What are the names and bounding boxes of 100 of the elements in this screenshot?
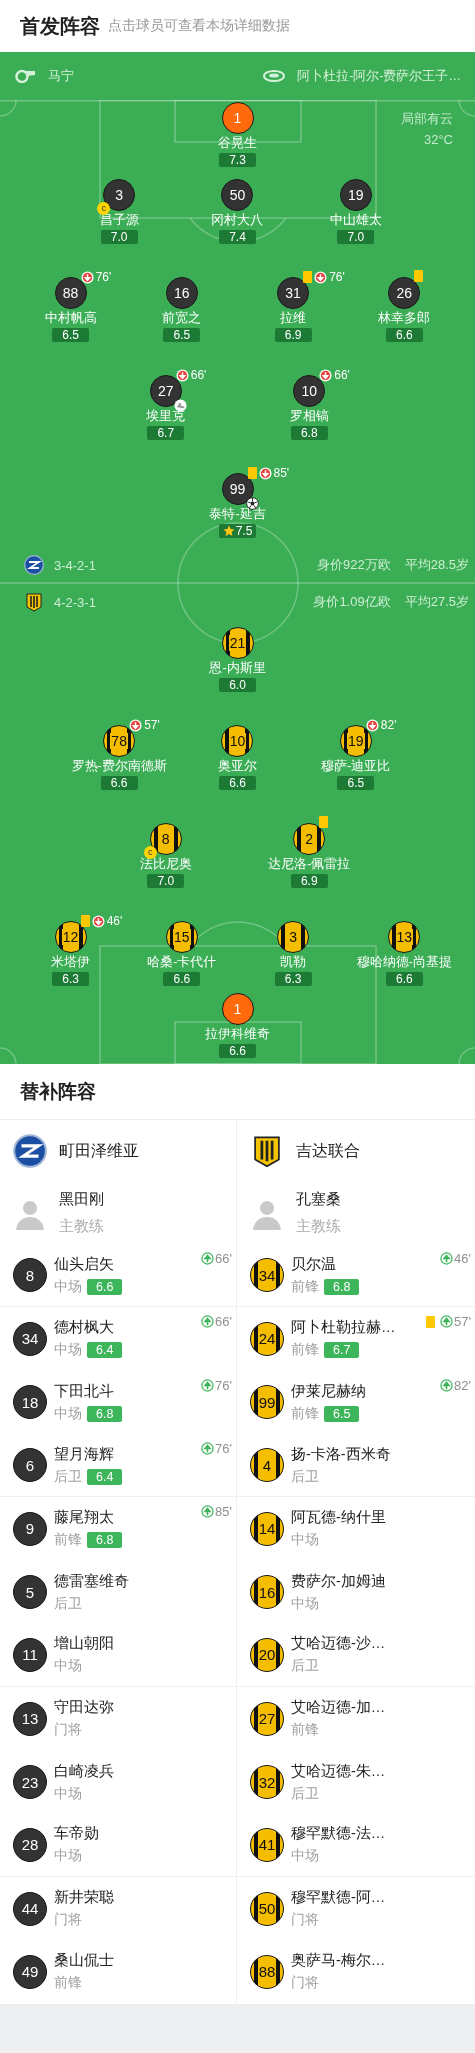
player-name: 恩-内斯里: [209, 661, 266, 676]
player-number-marker[interactable]: 31: [277, 277, 310, 309]
sub-on-icon: [201, 1441, 215, 1455]
player-number-marker[interactable]: 13: [388, 921, 421, 953]
player-position: 中场: [54, 1847, 82, 1866]
stadium-name: 阿卜杜拉-阿尔-费萨尔王子…: [297, 67, 461, 85]
player-number-marker[interactable]: 5: [13, 1575, 47, 1610]
player-number-marker[interactable]: 44: [13, 1891, 47, 1926]
player-name: 穆罕默德-法…: [291, 1824, 386, 1844]
sub-minute: 66': [190, 368, 207, 382]
player-name: 费萨尔-加姆迪: [291, 1571, 386, 1591]
player-rating: 7.5: [235, 524, 253, 538]
player-number-marker[interactable]: 27: [149, 375, 182, 407]
sub-minute: 82': [380, 718, 397, 732]
player-name: 拉维: [280, 311, 307, 326]
player-number-marker[interactable]: 19: [339, 725, 372, 757]
section-hint: 点击球员可查看本场详细数据: [108, 17, 290, 35]
player-number-marker[interactable]: 41: [250, 1827, 284, 1862]
player-name: 埃里克: [146, 409, 186, 424]
player-rating: 6.8: [87, 1532, 123, 1549]
player-position: 前锋: [291, 1721, 319, 1740]
player-number-marker[interactable]: 15: [165, 921, 198, 953]
player-number-marker[interactable]: 50: [221, 179, 254, 211]
player-name: 守田达弥: [54, 1698, 114, 1718]
player-number-marker[interactable]: 16: [250, 1575, 284, 1610]
section-title: 替补阵容: [0, 1064, 475, 1120]
player-name: 仙头启矢: [54, 1254, 115, 1274]
player-number-marker[interactable]: 3: [277, 921, 310, 953]
player-number-marker[interactable]: 10: [221, 725, 254, 757]
coach-name: 黑田刚: [59, 1190, 104, 1209]
player-number-marker[interactable]: 99: [250, 1385, 284, 1420]
player-rating: 6.4: [87, 1468, 123, 1485]
player-number-marker[interactable]: 8: [13, 1258, 47, 1293]
player-name: 中村帆高: [44, 311, 97, 326]
sub-on-icon: [201, 1252, 215, 1265]
player-number-marker[interactable]: 28: [13, 1827, 47, 1862]
player-number-marker[interactable]: 11: [13, 1637, 47, 1672]
player-number-marker[interactable]: 49: [13, 1954, 47, 1989]
player-name: 下田北斗: [54, 1381, 115, 1401]
player-name: 阿卜杜勒拉赫…: [291, 1318, 396, 1338]
player-number-marker[interactable]: 23: [13, 1765, 47, 1799]
sub-off-icon: [129, 718, 143, 732]
player-number-marker[interactable]: 27: [250, 1701, 284, 1736]
player-number-marker[interactable]: 24: [250, 1321, 284, 1356]
player-name: 谷晃生: [218, 136, 257, 151]
player-name: 藤尾翔太: [54, 1508, 115, 1528]
player-number-marker[interactable]: 6: [13, 1448, 47, 1483]
sub-minute: 66': [334, 368, 350, 382]
player-rating: 6.6: [396, 328, 413, 342]
player-number-marker[interactable]: 34: [250, 1258, 284, 1293]
coach-role: 主教练: [296, 1217, 341, 1236]
player-number-marker[interactable]: 19: [339, 179, 372, 211]
player-rating: 6.3: [62, 972, 79, 986]
formation: 3-4-2-1: [54, 557, 96, 573]
player-name: 艾哈迈德-沙…: [291, 1634, 386, 1654]
player-rating: 6.8: [300, 426, 318, 440]
player-number-marker[interactable]: 34: [13, 1321, 47, 1356]
stadium-icon: [263, 70, 286, 82]
player-position: 中场: [54, 1277, 82, 1296]
player-number-marker[interactable]: 10: [293, 375, 326, 407]
team-name: 吉达联合: [296, 1140, 360, 1161]
player-number-marker[interactable]: 12: [54, 921, 87, 953]
player-name: 艾哈迈德-加…: [291, 1698, 386, 1718]
player-name: 贝尔温: [291, 1254, 337, 1274]
player-position: 中场: [54, 1657, 82, 1676]
player-number-marker[interactable]: 9: [13, 1511, 47, 1546]
player-rating: 6.3: [284, 972, 302, 986]
player-number-marker[interactable]: 99: [221, 473, 254, 505]
player-number-marker[interactable]: 18: [13, 1385, 47, 1420]
sub-minute: 85': [215, 1504, 232, 1520]
player-name: 德雷塞维奇: [54, 1571, 129, 1591]
player-number-marker[interactable]: 16: [165, 277, 198, 309]
player-number-marker[interactable]: 88: [54, 277, 87, 309]
player-number-marker[interactable]: 2: [293, 823, 326, 855]
player-rating: 7.3: [229, 153, 246, 167]
player-number-marker[interactable]: 13: [13, 1701, 47, 1736]
market-value: 身价1.09亿欧: [313, 593, 391, 611]
average-age: 平均28.5岁: [404, 556, 469, 574]
player-name: 泰特-延吉: [209, 507, 266, 522]
sub-minute: 76': [215, 1377, 232, 1393]
player-rating: 6.5: [347, 776, 365, 790]
formation: 4-2-3-1: [54, 594, 96, 610]
player-number-marker[interactable]: 20: [250, 1637, 284, 1672]
player-number-marker[interactable]: 32: [250, 1765, 284, 1799]
sub-on-icon: [440, 1378, 454, 1392]
market-value: 身价922万欧: [317, 556, 391, 574]
player-number-marker[interactable]: 4: [250, 1448, 284, 1483]
player-rating: 6.6: [229, 776, 246, 790]
temperature: 32°C: [423, 132, 453, 147]
player-number-marker[interactable]: 21: [221, 627, 254, 659]
player-number-marker[interactable]: 78: [103, 725, 136, 757]
player-number-marker[interactable]: 26: [388, 277, 421, 309]
player-rating: 6.8: [324, 1278, 360, 1295]
player-number-marker[interactable]: 14: [250, 1511, 284, 1546]
player-position: 后卫: [291, 1657, 319, 1676]
player-number-marker[interactable]: 88: [250, 1954, 284, 1989]
coach-role: 主教练: [59, 1217, 104, 1236]
player-number-marker[interactable]: 50: [250, 1891, 284, 1926]
captain-badge: c: [97, 202, 111, 215]
player-name: 阿瓦德-纳什里: [291, 1508, 386, 1528]
